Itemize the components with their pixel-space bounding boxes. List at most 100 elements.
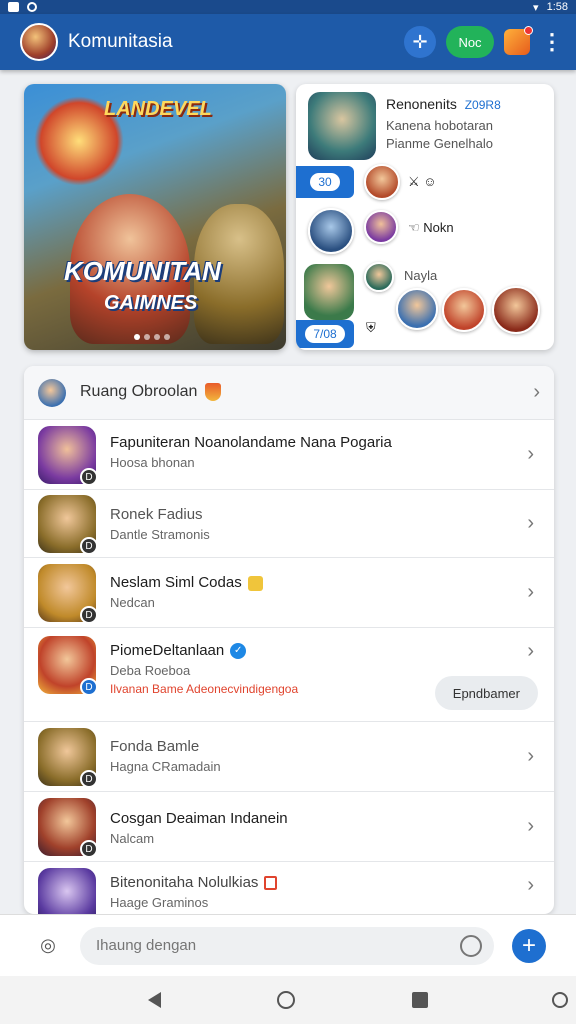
more-menu-button[interactable]: ⋮ bbox=[540, 26, 564, 58]
game-avatar: D bbox=[38, 798, 98, 858]
list-item-title-line: PiomeDeltanlaan ✓ bbox=[110, 642, 514, 660]
list-item[interactable]: D Fonda Bamle Hagna CRamadain › bbox=[24, 722, 554, 792]
chevron-right-icon: › bbox=[527, 581, 534, 603]
featured-count-badge: 7/08 bbox=[296, 320, 354, 348]
member-label-nokn: Nokn bbox=[423, 220, 454, 235]
chat-room-header[interactable]: Ruang Obroolan › bbox=[24, 366, 554, 420]
plus-icon: + bbox=[521, 932, 536, 959]
game-avatar: D bbox=[38, 564, 98, 624]
list-item-title: Bitenonitaha Nolulkias bbox=[110, 874, 259, 891]
gift-button[interactable] bbox=[504, 26, 533, 58]
expand-button[interactable]: Epndbamer bbox=[434, 676, 538, 710]
member-avatar[interactable] bbox=[492, 286, 540, 334]
list-item-subtitle: Nalcam bbox=[110, 831, 155, 846]
list-item-title-line: Neslam Siml Codas bbox=[110, 574, 514, 591]
list-item-text: Fonda Bamle Hagna CRamadain bbox=[110, 738, 514, 774]
badge-icon: D bbox=[80, 606, 98, 624]
list-item[interactable]: D Neslam Siml Codas Nedcan › bbox=[24, 558, 554, 628]
list-item-title: Cosgan Deaiman Indanein bbox=[110, 810, 288, 827]
new-button[interactable]: Noc bbox=[446, 26, 494, 58]
list-item-title: Ronek Fadius bbox=[110, 506, 203, 523]
featured-tag: Z09R8 bbox=[464, 98, 501, 112]
app-title: Komunitasia bbox=[68, 31, 173, 52]
game-avatar: D bbox=[38, 495, 98, 555]
member-avatar[interactable] bbox=[308, 208, 354, 254]
list-item[interactable]: D Ronek Fadius Dantle Stramonis › bbox=[24, 490, 554, 558]
featured-stat-value: 30 bbox=[310, 173, 340, 191]
game-avatar: D bbox=[38, 636, 98, 696]
more-icon: ⋮ bbox=[541, 29, 563, 54]
list-item-subtitle: Haage Graminos bbox=[110, 895, 209, 910]
list-item-title: PiomeDeltanlaan bbox=[110, 642, 225, 659]
sync-notification-icon bbox=[27, 2, 37, 12]
game-avatar: D bbox=[38, 426, 98, 486]
list-item-title: Neslam Siml Codas bbox=[110, 574, 242, 591]
badge-icon: D bbox=[80, 770, 98, 788]
list-item-text: Fapuniteran Noanolandame Nana Pogaria Ho… bbox=[110, 434, 514, 470]
compass-button[interactable]: ✛ bbox=[404, 26, 436, 58]
hero-banner[interactable]: LANDEVEL KOMUNITAN GAIMNES bbox=[24, 84, 286, 350]
emoji-icon[interactable] bbox=[460, 935, 482, 957]
badge-icon: D bbox=[80, 468, 98, 486]
add-button[interactable]: + bbox=[512, 929, 546, 963]
featured-avatar[interactable] bbox=[308, 92, 376, 160]
list-item[interactable]: D Cosgan Deaiman Indanein Nalcam › bbox=[24, 792, 554, 862]
featured-name: Renonenits bbox=[386, 96, 457, 112]
list-item-title: Fonda Bamle bbox=[110, 738, 200, 755]
home-icon[interactable] bbox=[277, 991, 296, 1009]
status-bar: ▾ 1:58 bbox=[0, 0, 576, 14]
message-input[interactable] bbox=[80, 926, 494, 965]
member-avatar[interactable] bbox=[364, 262, 394, 292]
member-label-nayla: Nayla bbox=[404, 268, 438, 283]
signal-icon: ▾ bbox=[533, 1, 539, 14]
member-avatar[interactable] bbox=[396, 288, 438, 330]
chevron-right-icon: › bbox=[533, 381, 540, 403]
list-item-text: Neslam Siml Codas Nedcan bbox=[110, 574, 514, 610]
list-item-subtitle: Hoosa bhonan bbox=[110, 455, 195, 470]
list-item-title: Fapuniteran Noanolandame Nana Pogaria bbox=[110, 434, 392, 451]
chevron-right-icon: › bbox=[527, 815, 534, 837]
featured-card[interactable]: Renonenits Z09R8 Kanena hobotaran Pianme… bbox=[296, 84, 554, 350]
chevron-right-icon: › bbox=[527, 745, 534, 767]
chevron-right-icon: › bbox=[527, 443, 534, 465]
list-item[interactable]: D PiomeDeltanlaan ✓ Deba Roeboa Ilvanan B… bbox=[24, 628, 554, 722]
camera-button[interactable]: ◎ bbox=[34, 932, 62, 960]
chevron-right-icon: › bbox=[527, 512, 534, 534]
chat-room-avatar bbox=[38, 378, 66, 407]
hero-top-logo: LANDEVEL bbox=[104, 98, 212, 120]
chat-room-list: Ruang Obroolan › D Fapuniteran Noanoland… bbox=[24, 366, 554, 914]
list-item-text: Bitenonitaha Nolulkias Haage Graminos bbox=[110, 874, 514, 910]
game-avatar: D bbox=[38, 728, 98, 788]
recents-icon[interactable] bbox=[411, 992, 428, 1008]
list-item-text: Cosgan Deaiman Indanein Nalcam bbox=[110, 810, 514, 846]
carousel-dot bbox=[154, 334, 160, 340]
carousel-dot bbox=[134, 334, 140, 340]
shield-badge-icon bbox=[205, 383, 222, 402]
image-notification-icon bbox=[8, 2, 19, 12]
gift-icon bbox=[504, 26, 533, 55]
chevron-right-icon: › bbox=[527, 874, 534, 896]
list-item[interactable]: D Fapuniteran Noanolandame Nana Pogaria … bbox=[24, 420, 554, 490]
featured-stat-badge: 30 bbox=[296, 166, 354, 198]
list-item[interactable]: Bitenonitaha Nolulkias Haage Graminos › bbox=[24, 862, 554, 914]
status-time: 1:58 bbox=[546, 1, 568, 13]
featured-name-line: Renonenits Z09R8 bbox=[386, 96, 501, 112]
list-item-subtitle: Nedcan bbox=[110, 595, 155, 610]
pointing-hand-icon: ☜ bbox=[408, 220, 420, 235]
shield-icon: ⛨ bbox=[366, 320, 376, 335]
carousel-dot bbox=[144, 334, 150, 340]
member-avatar[interactable] bbox=[364, 164, 400, 200]
member-avatar[interactable] bbox=[442, 288, 486, 332]
member-avatar[interactable] bbox=[304, 264, 354, 320]
camera-icon: ◎ bbox=[40, 935, 56, 955]
member-avatar[interactable] bbox=[364, 210, 398, 244]
message-composer: ◎ + bbox=[0, 914, 576, 976]
featured-subtitle-2: Pianme Genelhalo bbox=[386, 136, 493, 151]
back-icon[interactable] bbox=[148, 992, 162, 1008]
accessibility-icon[interactable] bbox=[552, 992, 568, 1008]
carousel-indicator bbox=[134, 334, 170, 340]
game-avatar bbox=[38, 868, 96, 914]
app-logo-avatar[interactable] bbox=[20, 23, 58, 61]
hero-subtitle: GAIMNES bbox=[104, 292, 198, 314]
notification-dot bbox=[524, 26, 533, 35]
